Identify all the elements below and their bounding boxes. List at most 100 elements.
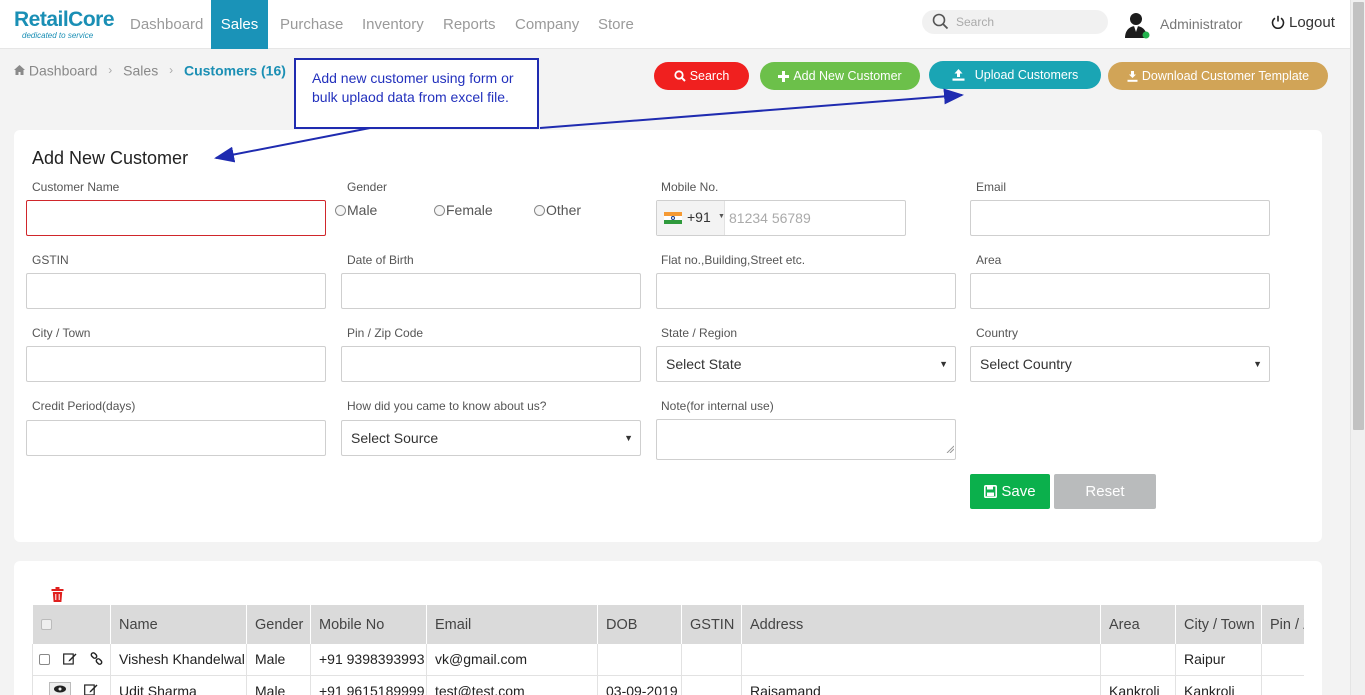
breadcrumb-current: Customers (16) (183, 62, 286, 79)
table-row: Vishesh Khandelwal Male +91 9398393993 v… (32, 644, 1304, 676)
col-city[interactable]: City / Town (1175, 605, 1262, 644)
col-email[interactable]: Email (426, 605, 598, 644)
gender-male-radio[interactable]: Male (335, 202, 377, 218)
gender-other-radio[interactable]: Other (534, 202, 581, 218)
country-select[interactable]: Select Country ▼ (970, 346, 1270, 382)
save-button[interactable]: Save (970, 474, 1050, 509)
caret-down-icon: ▼ (624, 433, 633, 443)
cell-area (1100, 644, 1176, 676)
global-search-input[interactable] (956, 12, 1096, 32)
mobile-field: +91 ▼ (656, 200, 906, 236)
cell-mobile: +91 9398393993 (310, 644, 427, 676)
search-icon (674, 70, 686, 82)
customer-name-input[interactable] (26, 200, 326, 236)
upload-customers-button[interactable]: Upload Customers (929, 61, 1101, 89)
annotation-arrow-upload (539, 88, 964, 129)
gender-label: Gender (347, 180, 388, 194)
floppy-icon (984, 485, 998, 498)
edit-icon[interactable] (83, 683, 98, 695)
logout-button[interactable]: Logout (1271, 14, 1335, 31)
user-name: Administrator (1160, 16, 1243, 32)
col-mobile[interactable]: Mobile No (310, 605, 427, 644)
form-title: Add New Customer (32, 148, 189, 168)
bulk-delete-button[interactable] (51, 587, 64, 607)
state-select[interactable]: Select State ▼ (656, 346, 956, 382)
resize-grip-icon[interactable] (946, 440, 955, 458)
col-name[interactable]: Name (110, 605, 247, 644)
view-icon[interactable] (49, 682, 71, 695)
dob-label: Date of Birth (347, 253, 414, 267)
cell-gender: Male (246, 675, 311, 695)
scrollbar-thumb[interactable] (1353, 2, 1364, 430)
nav-purchase[interactable]: Purchase (270, 0, 353, 49)
nav-store[interactable]: Store (588, 0, 644, 49)
annotation-line-2: bulk uplaod data from excel file. (312, 89, 509, 105)
page-scrollbar[interactable] (1350, 0, 1365, 695)
credit-period-input[interactable] (26, 420, 326, 456)
col-area[interactable]: Area (1100, 605, 1176, 644)
cell-name: Udit Sharma (110, 675, 247, 695)
chevron-down-icon: ▼ (718, 213, 725, 220)
col-pin[interactable]: Pin / Z (1261, 605, 1304, 644)
nav-company[interactable]: Company (505, 0, 589, 49)
power-icon (1271, 15, 1285, 30)
customer-name-label: Customer Name (32, 180, 120, 194)
note-label: Note(for internal use) (661, 399, 774, 413)
search-icon (932, 13, 949, 35)
row-actions (32, 644, 111, 676)
select-all-checkbox[interactable] (32, 605, 111, 644)
country-select-value: Select Country (980, 356, 1072, 372)
row-checkbox[interactable] (39, 654, 50, 666)
download-icon (1127, 71, 1138, 82)
cell-pin (1261, 644, 1304, 676)
search-button[interactable]: Search (654, 62, 749, 90)
nav-reports[interactable]: Reports (433, 0, 506, 49)
cell-gstin (681, 675, 742, 695)
annotation-box: Add new customer using form or bulk upla… (294, 58, 539, 129)
trash-icon (51, 587, 64, 602)
city-input[interactable] (26, 346, 326, 382)
gender-female-label: Female (446, 202, 493, 218)
brand-logo[interactable]: RetailCore dedicated to service (14, 8, 115, 41)
mobile-input[interactable] (729, 206, 899, 230)
col-address[interactable]: Address (741, 605, 1101, 644)
cell-city: Kankroli (1175, 675, 1262, 695)
breadcrumb: Dashboard › Sales › Customers (16) (14, 61, 286, 78)
breadcrumb-separator: › (108, 63, 113, 78)
nav-dashboard[interactable]: Dashboard (120, 0, 213, 49)
edit-icon[interactable] (62, 652, 77, 668)
download-template-button[interactable]: Download Customer Template (1108, 62, 1328, 90)
note-textarea[interactable] (656, 419, 956, 460)
gender-female-radio[interactable]: Female (434, 202, 493, 218)
brand-name: RetailCore (14, 8, 115, 31)
breadcrumb-dashboard[interactable]: Dashboard (29, 62, 98, 78)
nav-sales[interactable]: Sales (211, 0, 268, 49)
home-icon (14, 62, 25, 78)
pin-input[interactable] (341, 346, 641, 382)
reset-button[interactable]: Reset (1054, 474, 1156, 509)
user-menu[interactable]: Administrator (1124, 11, 1242, 39)
email-input[interactable] (970, 200, 1270, 236)
plus-icon (778, 71, 790, 82)
gstin-input[interactable] (26, 273, 326, 309)
breadcrumb-sales[interactable]: Sales (123, 62, 158, 78)
add-customer-button[interactable]: Add New Customer (760, 62, 920, 90)
dob-input[interactable] (341, 273, 641, 309)
col-dob[interactable]: DOB (597, 605, 682, 644)
cell-email: test@test.com (426, 675, 598, 695)
link-icon[interactable] (90, 651, 103, 668)
nav-inventory[interactable]: Inventory (352, 0, 434, 49)
caret-down-icon: ▼ (939, 359, 948, 369)
source-select[interactable]: Select Source ▼ (341, 420, 641, 456)
credit-period-label: Credit Period(days) (32, 399, 136, 413)
col-gender[interactable]: Gender (246, 605, 311, 644)
cell-area: Kankroli (1100, 675, 1176, 695)
address-input[interactable] (656, 273, 956, 309)
area-input[interactable] (970, 273, 1270, 309)
country-code-selector[interactable]: +91 ▼ (657, 201, 725, 235)
cell-email: vk@gmail.com (426, 644, 598, 676)
col-gstin[interactable]: GSTIN (681, 605, 742, 644)
state-label: State / Region (661, 326, 738, 340)
annotation-line-1: Add new customer using form or (312, 70, 514, 86)
upload-icon (952, 69, 965, 81)
